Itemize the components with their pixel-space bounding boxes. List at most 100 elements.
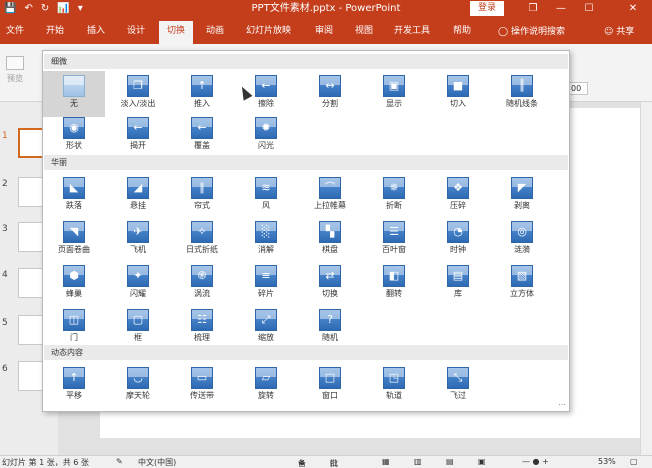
slide-number: 3 [2, 224, 8, 234]
transition-cube[interactable]: ▧ 立方体 [491, 261, 553, 307]
transition-label: 日式折纸 [186, 245, 218, 254]
gallery-icon: ▤ [447, 265, 469, 287]
fade-icon: ❐ [127, 75, 149, 97]
transition-origami[interactable]: ✧ 日式折纸 [171, 217, 233, 263]
transition-drape[interactable]: ◢ 悬挂 [107, 173, 169, 219]
transition-cut[interactable]: ■ 切入 [427, 71, 489, 117]
transition-label: 闪光 [258, 141, 274, 150]
transition-label: 随机 [322, 333, 338, 342]
language-indicator[interactable]: 中文(中国) [138, 457, 176, 468]
tab-home[interactable]: 开始 [46, 24, 64, 38]
tell-me-search[interactable]: ◯ 操作说明搜索 [498, 24, 565, 37]
transition-dissolve[interactable]: ░ 消解 [235, 217, 297, 263]
transition-rotate[interactable]: ▱ 旋转 [235, 363, 297, 409]
tab-review[interactable]: 审阅 [315, 24, 333, 38]
airplane-icon: ✈ [127, 221, 149, 243]
transition-label: 库 [454, 289, 462, 298]
transition-airplane[interactable]: ✈ 飞机 [107, 217, 169, 263]
tab-developer[interactable]: 开发工具 [394, 24, 430, 38]
minimize-icon[interactable]: — [548, 1, 574, 16]
transition-window[interactable]: □ 窗口 [299, 363, 361, 409]
zoom-icon: ⤢ [255, 309, 277, 331]
transition-pan[interactable]: ↑ 平移 [43, 363, 105, 409]
transition-label: 飞过 [450, 391, 466, 400]
icon-glyph: ▭ [196, 371, 208, 384]
transition-wind[interactable]: ≋ 风 [235, 173, 297, 219]
transition-switch[interactable]: ⇄ 切换 [299, 261, 361, 307]
transition-fade[interactable]: ❐ 淡入/淡出 [107, 71, 169, 117]
transition-prestige[interactable]: ⌒ 上拉帷幕 [299, 173, 361, 219]
vortex-icon: ֎ [191, 265, 213, 287]
ribbon-display-icon[interactable]: ❐ [520, 1, 546, 16]
icon-glyph: ◔ [453, 225, 463, 238]
transition-peel-off[interactable]: ◤ 剥离 [491, 173, 553, 219]
transition-uncover[interactable]: ← 揭开 [107, 113, 169, 159]
zoom-level[interactable]: 53% [598, 457, 616, 466]
reading-view-icon[interactable]: ▤ [446, 457, 454, 466]
tab-view[interactable]: 视图 [355, 24, 373, 38]
normal-view-icon[interactable]: ▦ [382, 457, 390, 466]
transition-checkerboard[interactable]: ▚ 棋盘 [299, 217, 361, 263]
icon-glyph: ⤢ [261, 313, 271, 326]
transition-blinds[interactable]: ☰ 百叶窗 [363, 217, 425, 263]
tab-file[interactable]: 文件 [6, 24, 24, 38]
transition-cover[interactable]: ← 覆盖 [171, 113, 233, 159]
transition-ripple[interactable]: ◎ 涟漪 [491, 217, 553, 263]
login-button[interactable]: 登录 [470, 1, 504, 16]
transition-random-bars[interactable]: ║ 随机线条 [491, 71, 553, 117]
flip-icon: ◧ [383, 265, 405, 287]
maximize-icon[interactable]: ☐ [576, 1, 602, 16]
transition-crush[interactable]: ❖ 压碎 [427, 173, 489, 219]
icon-glyph: ◧ [388, 269, 400, 282]
tab-help[interactable]: 帮助 [453, 24, 471, 38]
share-button[interactable]: ☺ 共享 [604, 24, 634, 37]
close-icon[interactable]: ✕ [620, 1, 646, 16]
icon-glyph: ◤ [517, 181, 527, 194]
transition-shape[interactable]: ◉ 形状 [43, 113, 105, 159]
transition-none[interactable]: 无 [43, 71, 105, 117]
transition-fall-over[interactable]: ◣ 跌落 [43, 173, 105, 219]
transition-gallery[interactable]: ▤ 库 [427, 261, 489, 307]
slideshow-icon[interactable]: ▣ [478, 457, 486, 466]
random-bars-icon: ║ [511, 75, 533, 97]
shred-icon: ≡ [255, 265, 277, 287]
transition-clock[interactable]: ◔ 时钟 [427, 217, 489, 263]
tab-design[interactable]: 设计 [127, 24, 145, 38]
fit-to-window-icon[interactable]: ▢ [630, 457, 638, 466]
spellcheck-icon[interactable]: ✎ [116, 457, 123, 466]
transition-ferris-wheel[interactable]: ◡ 摩天轮 [107, 363, 169, 409]
resize-grip-icon[interactable]: ⋯ [558, 400, 566, 409]
transition-orbit[interactable]: ◳ 轨道 [363, 363, 425, 409]
transition-shred[interactable]: ≡ 碎片 [235, 261, 297, 307]
icon-glyph: ⌒ [324, 181, 336, 194]
vertical-scrollbar[interactable] [640, 102, 652, 455]
transition-label: 轨道 [386, 391, 402, 400]
transition-flip[interactable]: ◧ 翻转 [363, 261, 425, 307]
icon-glyph: ◫ [68, 313, 80, 326]
transition-fracture[interactable]: ✵ 折断 [363, 173, 425, 219]
icon-glyph: ░ [261, 225, 271, 238]
duration-input[interactable]: 00 [568, 82, 588, 95]
tab-transitions[interactable]: 切换 [159, 21, 194, 44]
transition-honeycomb[interactable]: ⬢ 蜂巢 [43, 261, 105, 307]
transition-label: 摩天轮 [126, 391, 150, 400]
transition-vortex[interactable]: ֎ 涡流 [171, 261, 233, 307]
tab-animations[interactable]: 动画 [206, 24, 224, 38]
transition-fly-through[interactable]: ⤡ 飞过 [427, 363, 489, 409]
transition-label: 擦除 [258, 99, 274, 108]
transition-flash[interactable]: ✹ 闪光 [235, 113, 297, 159]
ribbon-tabs: 文件 开始 插入 设计 切换 动画 幻灯片放映 审阅 视图 开发工具 帮助 ◯ … [0, 18, 652, 44]
preview-button[interactable]: 预览 [2, 48, 28, 88]
transition-conveyor[interactable]: ▭ 传送带 [171, 363, 233, 409]
zoom-slider[interactable]: — ● + [522, 457, 549, 466]
transition-page-curl[interactable]: ◥ 页面卷曲 [43, 217, 105, 263]
transition-split[interactable]: ↔ 分割 [299, 71, 361, 117]
transition-reveal[interactable]: ▣ 显示 [363, 71, 425, 117]
tab-insert[interactable]: 插入 [87, 24, 105, 38]
transition-glitter[interactable]: ✦ 闪耀 [107, 261, 169, 307]
icon-glyph: ✦ [133, 269, 143, 282]
transition-curtains[interactable]: ∥ 帘式 [171, 173, 233, 219]
slide-sorter-icon[interactable]: ▥ [414, 457, 422, 466]
transition-push[interactable]: ↑ 推入 [171, 71, 233, 117]
tab-slideshow[interactable]: 幻灯片放映 [246, 24, 291, 38]
